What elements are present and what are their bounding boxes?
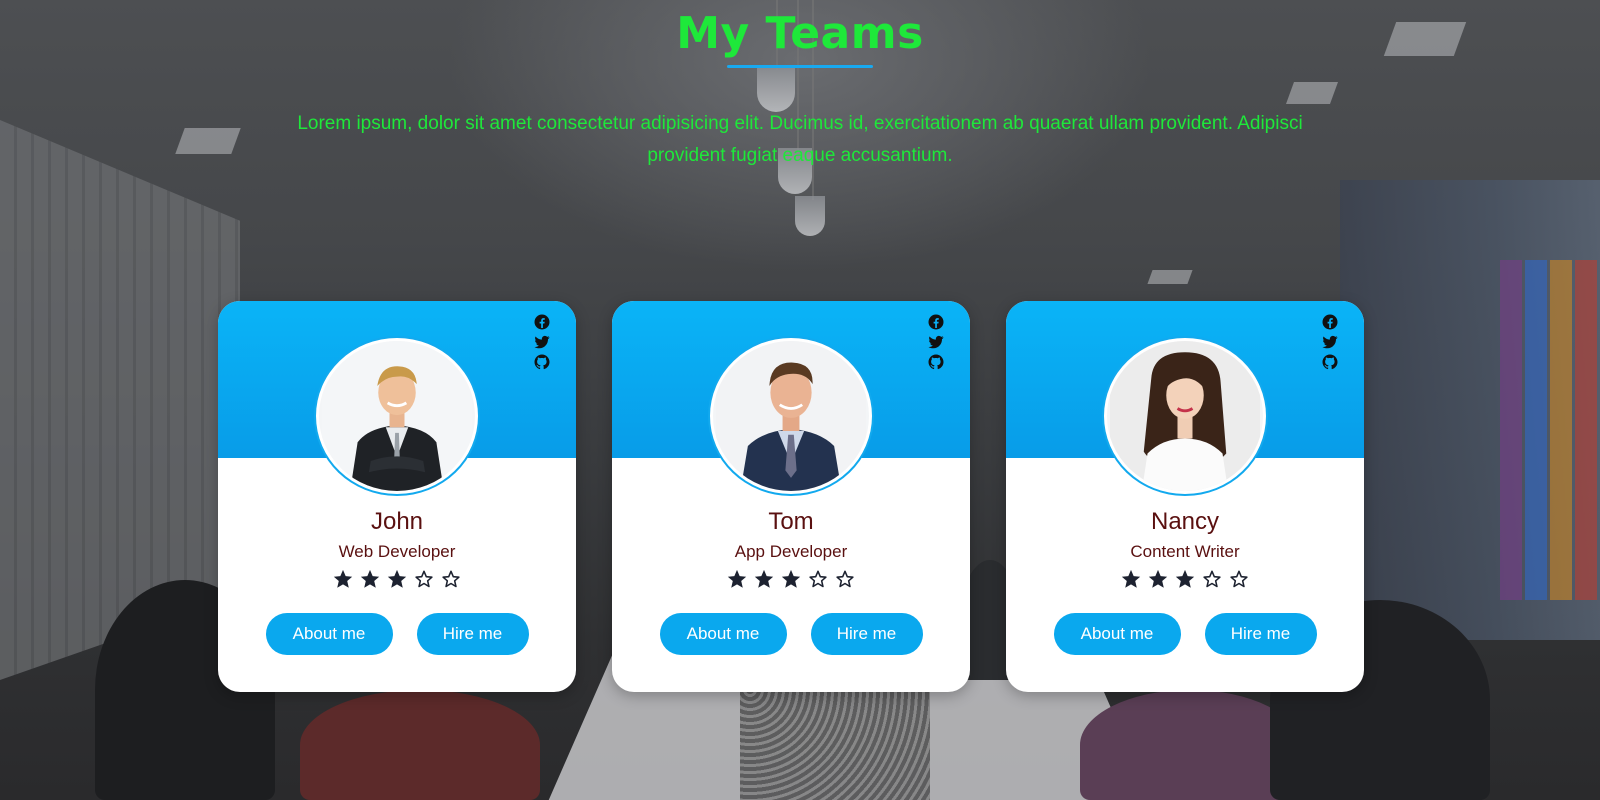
facebook-icon bbox=[534, 314, 550, 330]
github-link[interactable] bbox=[1320, 353, 1340, 371]
star-filled-icon bbox=[781, 569, 801, 588]
card-actions: About me Hire me bbox=[612, 613, 970, 655]
star-outline-icon bbox=[1230, 570, 1248, 588]
team-card-john: John Web Developer About me Hire me bbox=[218, 301, 576, 692]
page-title: My Teams bbox=[676, 8, 924, 59]
twitter-link[interactable] bbox=[926, 333, 946, 351]
hire-me-button[interactable]: Hire me bbox=[810, 613, 923, 655]
hire-me-button[interactable]: Hire me bbox=[416, 613, 529, 655]
social-links bbox=[926, 313, 946, 371]
hire-me-button[interactable]: Hire me bbox=[1204, 613, 1317, 655]
star-filled-icon bbox=[727, 569, 747, 588]
team-card-tom: Tom App Developer About me Hire me bbox=[612, 301, 970, 692]
person-photo bbox=[716, 341, 866, 491]
twitter-link[interactable] bbox=[532, 333, 552, 351]
avatar bbox=[710, 338, 872, 494]
star-filled-icon bbox=[387, 569, 407, 588]
star-outline-icon bbox=[809, 570, 827, 588]
github-icon bbox=[534, 354, 550, 370]
rating-stars bbox=[218, 568, 576, 590]
facebook-icon bbox=[1322, 314, 1338, 330]
facebook-link[interactable] bbox=[926, 313, 946, 331]
title-underline bbox=[727, 65, 873, 68]
member-role: Content Writer bbox=[1130, 542, 1240, 561]
member-name: Tom bbox=[768, 508, 814, 535]
rating-stars bbox=[612, 568, 970, 590]
avatar bbox=[316, 338, 478, 494]
star-filled-icon bbox=[754, 569, 774, 588]
star-filled-icon bbox=[1175, 569, 1195, 588]
facebook-icon bbox=[928, 314, 944, 330]
page-header: My Teams Lorem ipsum, dolor sit amet con… bbox=[0, 0, 1600, 172]
star-outline-icon bbox=[415, 570, 433, 588]
member-role: App Developer bbox=[734, 542, 848, 561]
social-links bbox=[532, 313, 552, 371]
team-card-nancy: Nancy Content Writer About me Hire me bbox=[1006, 301, 1364, 692]
about-me-button[interactable]: About me bbox=[659, 613, 787, 655]
twitter-icon bbox=[928, 335, 944, 349]
twitter-icon bbox=[534, 335, 550, 349]
github-icon bbox=[928, 354, 944, 370]
social-links bbox=[1320, 313, 1340, 371]
github-icon bbox=[1322, 354, 1338, 370]
star-outline-icon bbox=[836, 570, 854, 588]
twitter-link[interactable] bbox=[1320, 333, 1340, 351]
about-me-button[interactable]: About me bbox=[1053, 613, 1181, 655]
page-description: Lorem ipsum, dolor sit amet consectetur … bbox=[297, 113, 1303, 166]
star-outline-icon bbox=[442, 570, 460, 588]
person-photo bbox=[322, 341, 472, 491]
star-filled-icon bbox=[1121, 569, 1141, 588]
person-photo bbox=[1110, 341, 1260, 491]
github-link[interactable] bbox=[926, 353, 946, 371]
team-cards: John Web Developer About me Hire me Tom … bbox=[218, 301, 1364, 692]
avatar bbox=[1104, 338, 1266, 494]
twitter-icon bbox=[1322, 335, 1338, 349]
member-role: Web Developer bbox=[338, 542, 456, 561]
member-name: John bbox=[370, 508, 424, 535]
star-filled-icon bbox=[333, 569, 353, 588]
facebook-link[interactable] bbox=[532, 313, 552, 331]
github-link[interactable] bbox=[532, 353, 552, 371]
star-outline-icon bbox=[1203, 570, 1221, 588]
card-actions: About me Hire me bbox=[1006, 613, 1364, 655]
facebook-link[interactable] bbox=[1320, 313, 1340, 331]
rating-stars bbox=[1006, 568, 1364, 590]
member-name: Nancy bbox=[1150, 508, 1220, 535]
about-me-button[interactable]: About me bbox=[265, 613, 393, 655]
star-filled-icon bbox=[1148, 569, 1168, 588]
star-filled-icon bbox=[360, 569, 380, 588]
card-actions: About me Hire me bbox=[218, 613, 576, 655]
